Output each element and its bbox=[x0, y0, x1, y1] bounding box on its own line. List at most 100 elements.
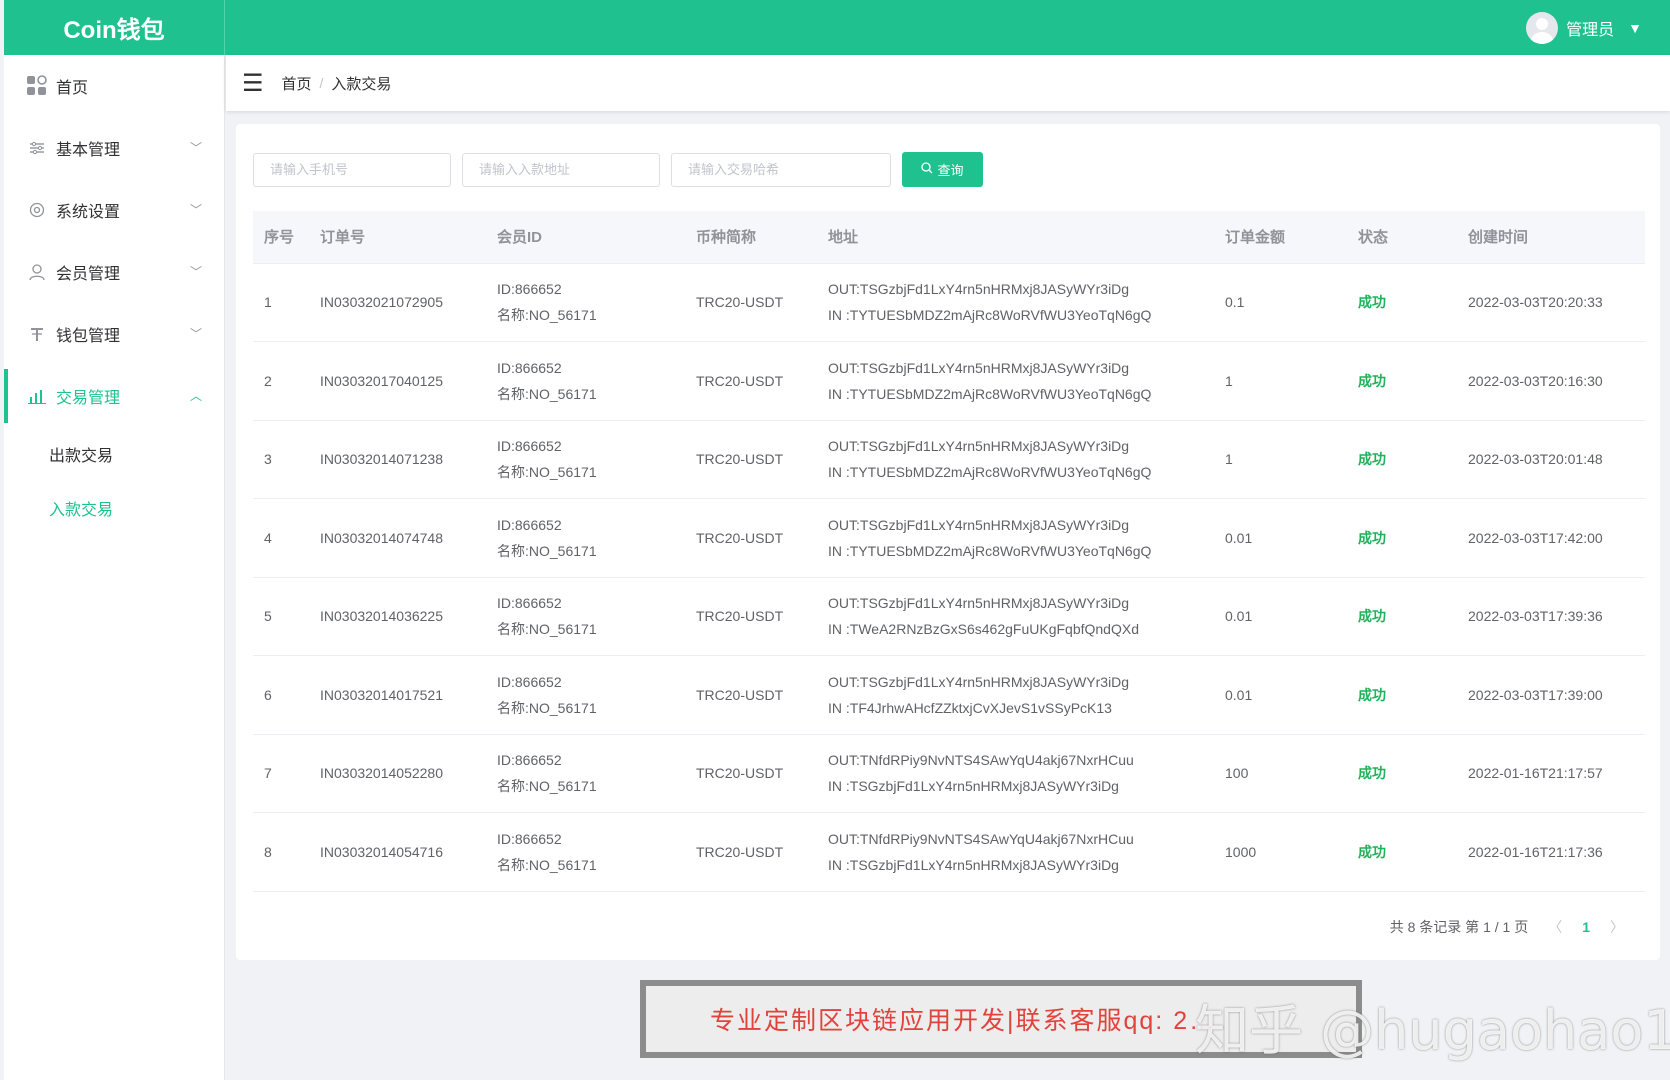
cell-no: 1 bbox=[253, 263, 309, 342]
table-row[interactable]: 6 IN03032014017521 ID:866652 名称:NO_56171 … bbox=[253, 655, 1645, 735]
col-header-member: 会员ID bbox=[486, 211, 685, 264]
sidebar-item-label: 钱包管理 bbox=[56, 328, 121, 345]
address-out: OUT:TNfdRPiy9NvNTS4SAwYqU4akj67NxrHCuu bbox=[828, 752, 1134, 769]
cell-amount: 1 bbox=[1214, 420, 1347, 499]
cell-time: 2022-03-03T17:39:00 bbox=[1457, 655, 1645, 735]
status-badge: 成功 bbox=[1347, 655, 1457, 735]
user-menu[interactable]: 管理员 ▼ bbox=[1526, 0, 1642, 55]
cell-member: ID:866652 名称:NO_56171 bbox=[486, 577, 685, 656]
address-in: IN :TWeA2RNzBzGxS6s462gFuUKgFqbfQndQXd bbox=[828, 621, 1139, 638]
search-button[interactable]: 查询 bbox=[902, 152, 983, 187]
sidebar-subitem-deposits[interactable]: 入款交易 bbox=[4, 481, 224, 535]
cell-address: OUT:TSGzbjFd1LxY4rn5nHRMxj8JASyWYr3iDg IN… bbox=[817, 341, 1214, 421]
sliders-icon bbox=[26, 137, 48, 159]
avatar[interactable] bbox=[1526, 11, 1559, 44]
col-header-status: 状态 bbox=[1347, 211, 1457, 264]
sidebar-item-home[interactable]: 首页 bbox=[4, 55, 224, 117]
status-badge: 成功 bbox=[1347, 734, 1457, 813]
chevron-left-icon[interactable]: 〈 bbox=[1548, 917, 1562, 937]
sidebar-item-members[interactable]: 会员管理 ﹀ bbox=[4, 241, 224, 303]
cell-order: IN03032014074748 bbox=[309, 498, 486, 578]
phone-input[interactable] bbox=[253, 152, 451, 187]
table-header-row: 序号 订单号 会员ID 币种简称 地址 订单金额 状态 创建时间 bbox=[253, 211, 1645, 264]
filter-bar: 查询 bbox=[253, 152, 983, 187]
page-number-current[interactable]: 1 bbox=[1582, 919, 1590, 935]
cell-address: OUT:TSGzbjFd1LxY4rn5nHRMxj8JASyWYr3iDg IN… bbox=[817, 498, 1214, 578]
table-row[interactable]: 2 IN03032017040125 ID:866652 名称:NO_56171 … bbox=[253, 341, 1645, 421]
table-row[interactable]: 3 IN03032014071238 ID:866652 名称:NO_56171 … bbox=[253, 420, 1645, 499]
breadcrumb-separator: / bbox=[319, 75, 324, 91]
col-header-address: 地址 bbox=[817, 211, 1214, 264]
cell-coin: TRC20-USDT bbox=[685, 420, 817, 499]
table-row[interactable]: 1 IN03032021072905 ID:866652 名称:NO_56171 … bbox=[253, 263, 1645, 342]
table-row[interactable]: 8 IN03032014054716 ID:866652 名称:NO_56171 … bbox=[253, 812, 1645, 892]
sidebar-item-system[interactable]: 系统设置 ﹀ bbox=[4, 179, 224, 241]
cell-address: OUT:TNfdRPiy9NvNTS4SAwYqU4akj67NxrHCuu IN… bbox=[817, 734, 1214, 813]
col-header-no: 序号 bbox=[253, 211, 309, 264]
cell-no: 2 bbox=[253, 341, 309, 421]
cell-order: IN03032021072905 bbox=[309, 263, 486, 342]
table-row[interactable]: 7 IN03032014052280 ID:866652 名称:NO_56171 … bbox=[253, 734, 1645, 813]
sidebar-subitem-withdrawals[interactable]: 出款交易 bbox=[4, 427, 224, 481]
status-badge: 成功 bbox=[1347, 341, 1457, 421]
sidebar-item-wallet[interactable]: 钱包管理 ﹀ bbox=[4, 303, 224, 365]
sidebar-item-label: 基本管理 bbox=[56, 142, 121, 159]
status-badge: 成功 bbox=[1347, 577, 1457, 656]
cell-time: 2022-01-16T21:17:57 bbox=[1457, 734, 1645, 813]
hamburger-menu-icon[interactable]: ☰ bbox=[242, 69, 264, 98]
cell-coin: TRC20-USDT bbox=[685, 734, 817, 813]
breadcrumb-home[interactable]: 首页 bbox=[282, 73, 312, 94]
cell-no: 4 bbox=[253, 498, 309, 578]
status-badge: 成功 bbox=[1347, 498, 1457, 578]
table-row[interactable]: 4 IN03032014074748 ID:866652 名称:NO_56171 … bbox=[253, 498, 1645, 578]
col-header-order: 订单号 bbox=[309, 211, 486, 264]
gear-icon bbox=[26, 199, 48, 221]
member-id: ID:866652 bbox=[497, 359, 562, 376]
cell-member: ID:866652 名称:NO_56171 bbox=[486, 734, 685, 813]
address-in: IN :TYTUESbMDZ2mAjRc8WoRVfWU3YeoTqN6gQ bbox=[828, 385, 1152, 402]
member-name: 名称:NO_56171 bbox=[497, 856, 597, 873]
cell-member: ID:866652 名称:NO_56171 bbox=[486, 498, 685, 578]
address-in: IN :TYTUESbMDZ2mAjRc8WoRVfWU3YeoTqN6gQ bbox=[828, 464, 1152, 481]
user-avatar-icon bbox=[1531, 17, 1554, 44]
cell-address: OUT:TSGzbjFd1LxY4rn5nHRMxj8JASyWYr3iDg IN… bbox=[817, 655, 1214, 735]
sidebar-item-label: 首页 bbox=[56, 80, 89, 97]
cell-coin: TRC20-USDT bbox=[685, 341, 817, 421]
deposit-address-input[interactable] bbox=[462, 152, 660, 187]
sidebar: 首页 基本管理 ﹀ 系统设置 ﹀ 会员管理 ﹀ 钱包管理 ﹀ 交易管理 ︿ 出款 bbox=[4, 55, 225, 1080]
cell-coin: TRC20-USDT bbox=[685, 812, 817, 892]
member-id: ID:866652 bbox=[497, 281, 562, 298]
cell-order: IN03032014017521 bbox=[309, 655, 486, 735]
sidebar-item-basic[interactable]: 基本管理 ﹀ bbox=[4, 117, 224, 179]
sidebar-item-label: 交易管理 bbox=[56, 390, 121, 407]
col-header-amount: 订单金额 bbox=[1214, 211, 1347, 264]
cell-time: 2022-03-03T20:16:30 bbox=[1457, 341, 1645, 421]
member-name: 名称:NO_56171 bbox=[497, 621, 597, 638]
user-name[interactable]: 管理员 bbox=[1566, 16, 1614, 40]
member-id: ID:866652 bbox=[497, 516, 562, 533]
member-name: 名称:NO_56171 bbox=[497, 307, 597, 324]
chevron-up-icon: ︿ bbox=[189, 389, 202, 403]
top-header: Coin钱包 管理员 ▼ bbox=[4, 0, 1670, 55]
chevron-down-icon: ﹀ bbox=[189, 265, 202, 279]
table-row[interactable]: 5 IN03032014036225 ID:866652 名称:NO_56171 … bbox=[253, 577, 1645, 656]
address-in: IN :TYTUESbMDZ2mAjRc8WoRVfWU3YeoTqN6gQ bbox=[828, 307, 1152, 324]
cell-amount: 0.01 bbox=[1214, 577, 1347, 656]
chevron-down-icon: ﹀ bbox=[189, 203, 202, 217]
tether-icon bbox=[26, 323, 48, 345]
address-in: IN :TSGzbjFd1LxY4rn5nHRMxj8JASyWYr3iDg bbox=[828, 856, 1119, 873]
member-name: 名称:NO_56171 bbox=[497, 385, 597, 402]
member-name: 名称:NO_56171 bbox=[497, 542, 597, 559]
address-out: OUT:TSGzbjFd1LxY4rn5nHRMxj8JASyWYr3iDg bbox=[828, 516, 1130, 533]
cell-time: 2022-03-03T17:42:00 bbox=[1457, 498, 1645, 578]
sidebar-item-transactions[interactable]: 交易管理 ︿ bbox=[4, 365, 224, 427]
chevron-right-icon[interactable]: 〉 bbox=[1610, 917, 1624, 937]
status-badge: 成功 bbox=[1347, 812, 1457, 892]
address-out: OUT:TSGzbjFd1LxY4rn5nHRMxj8JASyWYr3iDg bbox=[828, 281, 1130, 298]
cell-order: IN03032014054716 bbox=[309, 812, 486, 892]
breadcrumb: 首页 / 入款交易 bbox=[282, 73, 392, 94]
app-logo[interactable]: Coin钱包 bbox=[4, 0, 225, 55]
caret-down-icon[interactable]: ▼ bbox=[1628, 20, 1642, 36]
cell-time: 2022-03-03T17:39:36 bbox=[1457, 577, 1645, 656]
tx-hash-input[interactable] bbox=[671, 152, 891, 187]
